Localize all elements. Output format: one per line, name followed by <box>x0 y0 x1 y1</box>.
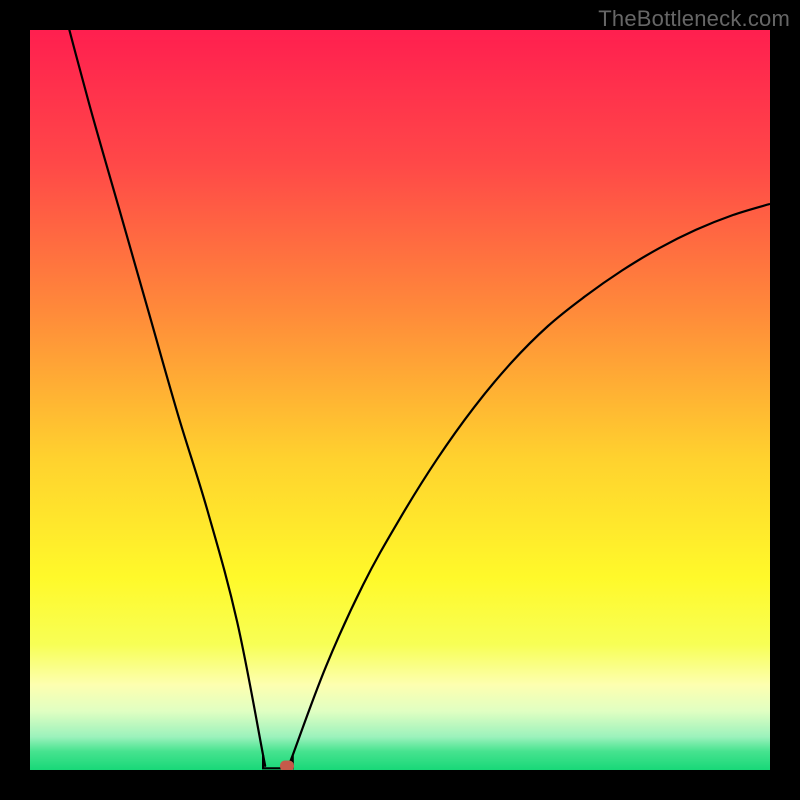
plot-area <box>30 30 770 770</box>
bottleneck-curve <box>30 30 770 770</box>
chart-frame: TheBottleneck.com <box>0 0 800 800</box>
optimum-marker-icon <box>280 760 294 770</box>
watermark-text: TheBottleneck.com <box>598 6 790 32</box>
